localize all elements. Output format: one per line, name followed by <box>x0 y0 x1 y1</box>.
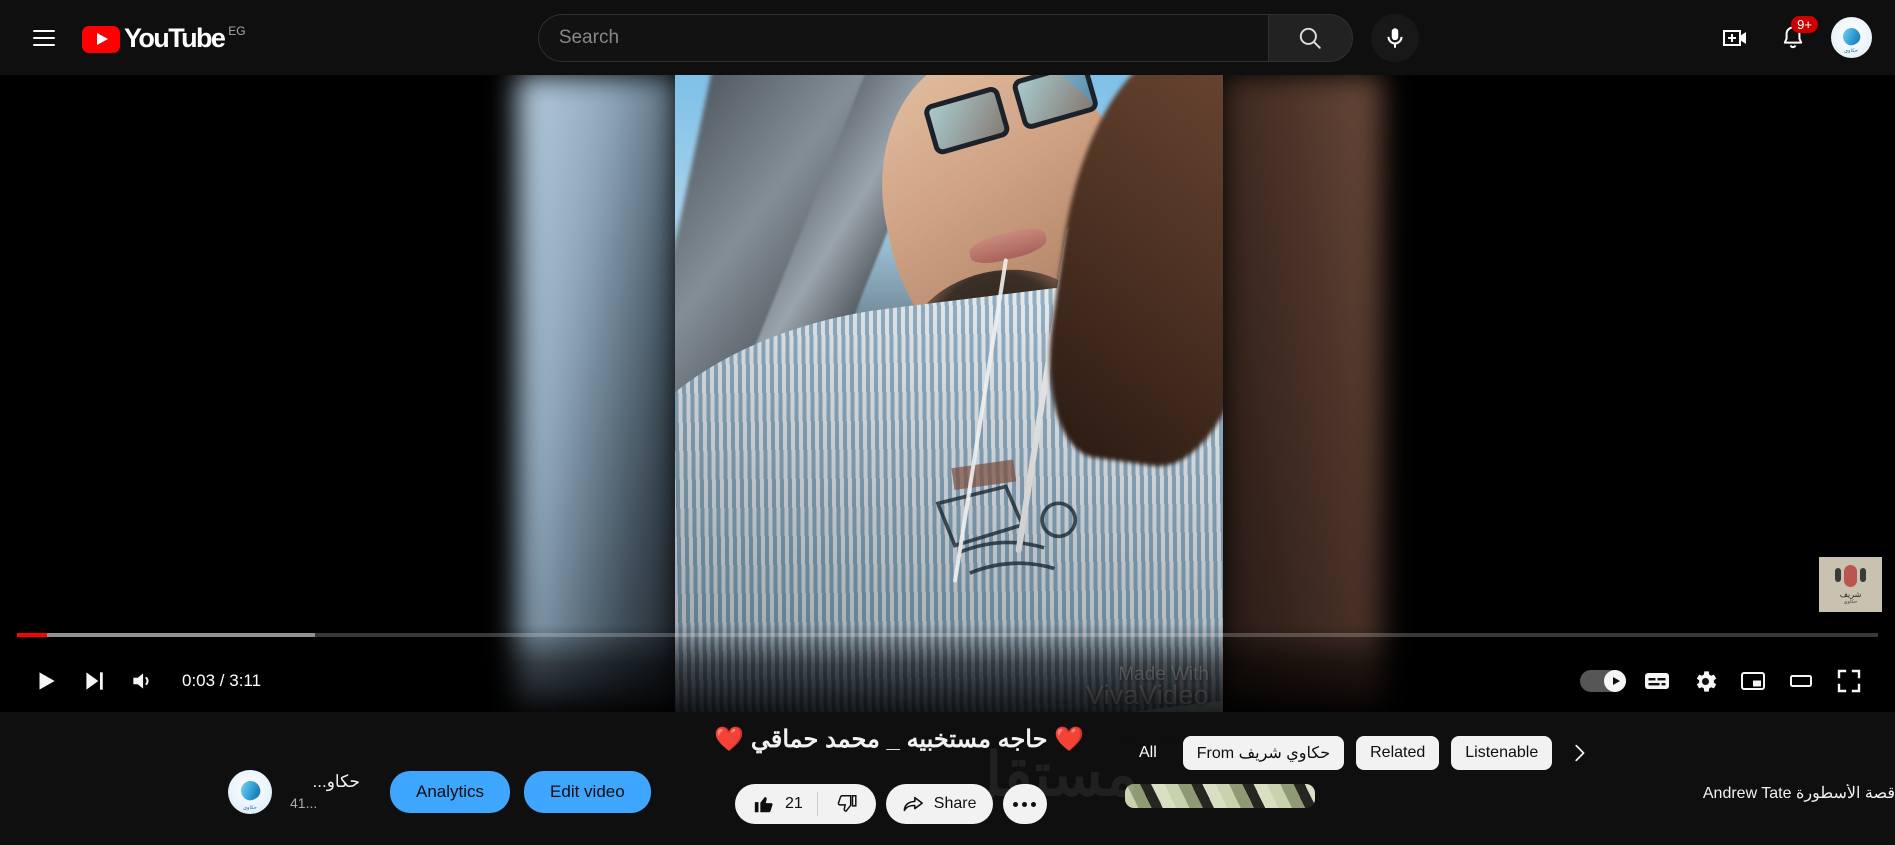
video-player[interactable]: Made With VivaVideo شريف حكاوي <box>0 75 1895 712</box>
share-label: Share <box>933 795 977 812</box>
more-options-icon[interactable] <box>1002 784 1047 824</box>
search-button[interactable] <box>1267 13 1353 62</box>
next-video-icon[interactable] <box>70 657 118 705</box>
masthead-center <box>246 13 1711 62</box>
control-bar: 0:03 / 3:11 <box>0 650 1895 712</box>
channel-name[interactable]: حكاو... <box>290 771 360 793</box>
avatar-mic-icon <box>1839 24 1863 48</box>
microphone-icon <box>1387 27 1403 48</box>
notification-count-badge: 9+ <box>1791 15 1818 33</box>
search-icon <box>1300 27 1322 49</box>
more-dots <box>1013 801 1036 807</box>
share-icon <box>903 796 923 812</box>
autoplay-knob <box>1604 670 1626 692</box>
channel-avatar-mic-icon <box>237 777 263 803</box>
miniplayer-glyph <box>1741 672 1765 690</box>
recommendation-meta: قصة الأسطورة Andrew Tate <box>1329 784 1895 808</box>
secondary-column: All From حكاوي شريف Related Listenable ق… <box>1125 712 1895 845</box>
voice-search-button[interactable] <box>1370 13 1419 62</box>
video-frame-content: Made With VivaVideo <box>675 75 1223 712</box>
like-button[interactable]: 21 <box>735 793 817 815</box>
create-video-glyph <box>1723 29 1746 46</box>
chevron-right-glyph <box>1575 744 1585 762</box>
owner-action-buttons: Analytics Edit video <box>390 771 651 813</box>
dislike-button[interactable] <box>818 793 876 815</box>
like-count: 21 <box>785 795 803 812</box>
play-icon[interactable] <box>22 657 70 705</box>
progress-track <box>17 633 1878 637</box>
search-form <box>537 13 1353 62</box>
progress-bar[interactable] <box>0 628 1895 640</box>
channel-avatar[interactable]: حكاوي <box>228 770 272 814</box>
youtube-play-icon <box>82 25 120 53</box>
page-title: ❤️ حاجه مستخبيه _ محمد حماقي ❤️ <box>714 726 1084 753</box>
channel-watermark-overlay[interactable]: شريف حكاوي <box>1819 557 1882 612</box>
country-code-label: EG <box>228 23 246 38</box>
autoplay-switch[interactable] <box>1580 670 1626 692</box>
youtube-watch-page: YouTube EG Search 9+ حكاوي شريف حكاوي 0:… <box>0 0 1895 845</box>
next-glyph <box>86 672 103 690</box>
masthead-start: YouTube EG <box>0 14 246 62</box>
masthead-end: 9+ حكاوي <box>1711 14 1895 62</box>
list-item[interactable]: قصة الأسطورة Andrew Tate <box>1125 770 1895 808</box>
subtitles-icon[interactable] <box>1633 657 1681 705</box>
youtube-logo[interactable]: YouTube EG <box>82 23 246 53</box>
hamburger-menu-icon[interactable] <box>20 14 68 62</box>
channel-watermark-line2: حكاوي <box>1843 598 1858 605</box>
play-glyph <box>39 672 55 690</box>
edit-video-button[interactable]: Edit video <box>524 771 651 813</box>
progress-buffered <box>17 633 315 637</box>
channel-meta: حكاو... 41... <box>290 771 360 813</box>
fullscreen-glyph <box>1837 669 1861 693</box>
fullscreen-icon[interactable] <box>1825 657 1873 705</box>
theater-glyph <box>1790 675 1812 687</box>
create-video-icon[interactable] <box>1711 14 1759 62</box>
volume-glyph <box>133 673 149 689</box>
below-player-section: ❤️ حاجه مستخبيه _ محمد حماقي ❤️ حكاوي حك… <box>0 712 1895 845</box>
chevron-right-icon[interactable] <box>1564 736 1594 770</box>
search-box[interactable] <box>537 13 1268 62</box>
time-display: 0:03 / 3:11 <box>182 671 262 690</box>
subtitles-glyph <box>1645 673 1669 689</box>
channel-watermark-mic-icon <box>1835 564 1866 587</box>
share-button[interactable]: Share <box>885 784 993 824</box>
masthead-header: YouTube EG Search 9+ حكاوي <box>0 0 1895 75</box>
thumbs-up-icon <box>754 796 773 813</box>
hamburger-bars <box>33 29 55 46</box>
channel-watermark-line1: شريف <box>1839 589 1862 599</box>
gear-glyph <box>1696 670 1716 692</box>
chip-listenable[interactable]: Listenable <box>1451 736 1553 770</box>
like-dislike-group: 21 <box>735 784 876 824</box>
channel-avatar-caption: حكاوي <box>243 805 257 811</box>
avatar-image: حكاوي <box>1830 17 1872 58</box>
chip-all[interactable]: All <box>1125 736 1171 770</box>
autoplay-toggle[interactable] <box>1573 657 1633 705</box>
recommendation-title[interactable]: قصة الأسطورة Andrew Tate <box>1329 784 1895 804</box>
filter-chip-bar: All From حكاوي شريف Related Listenable <box>1125 712 1895 770</box>
theater-mode-icon[interactable] <box>1777 657 1825 705</box>
volume-icon[interactable] <box>118 657 166 705</box>
miniplayer-icon[interactable] <box>1729 657 1777 705</box>
video-blurred-right-edge <box>1222 75 1382 712</box>
settings-gear-icon[interactable] <box>1681 657 1729 705</box>
chip-related[interactable]: Related <box>1356 736 1440 770</box>
avatar-caption: حكاوي <box>1844 48 1858 54</box>
video-stage: Made With VivaVideo <box>0 75 1895 712</box>
chip-from-channel[interactable]: From حكاوي شريف <box>1182 736 1345 770</box>
thumbs-down-icon <box>837 795 857 812</box>
recommendation-thumbnail[interactable] <box>1125 784 1315 808</box>
video-actions: 21 Share <box>735 784 1047 824</box>
primary-info-column: ❤️ حاجه مستخبيه _ محمد حماقي ❤️ حكاوي حك… <box>0 712 1136 824</box>
player-controls: 0:03 / 3:11 <box>0 624 1895 712</box>
search-input[interactable] <box>558 26 1268 49</box>
account-avatar[interactable]: حكاوي <box>1827 14 1875 62</box>
channel-info[interactable]: حكاوي حكاو... 41... <box>0 770 360 814</box>
video-blurred-left-edge <box>517 75 677 712</box>
analytics-button[interactable]: Analytics <box>390 771 511 813</box>
notification-bell-icon[interactable]: 9+ <box>1769 14 1818 62</box>
subscriber-count: 41... <box>290 795 318 811</box>
youtube-logo-text: YouTube <box>124 22 226 53</box>
